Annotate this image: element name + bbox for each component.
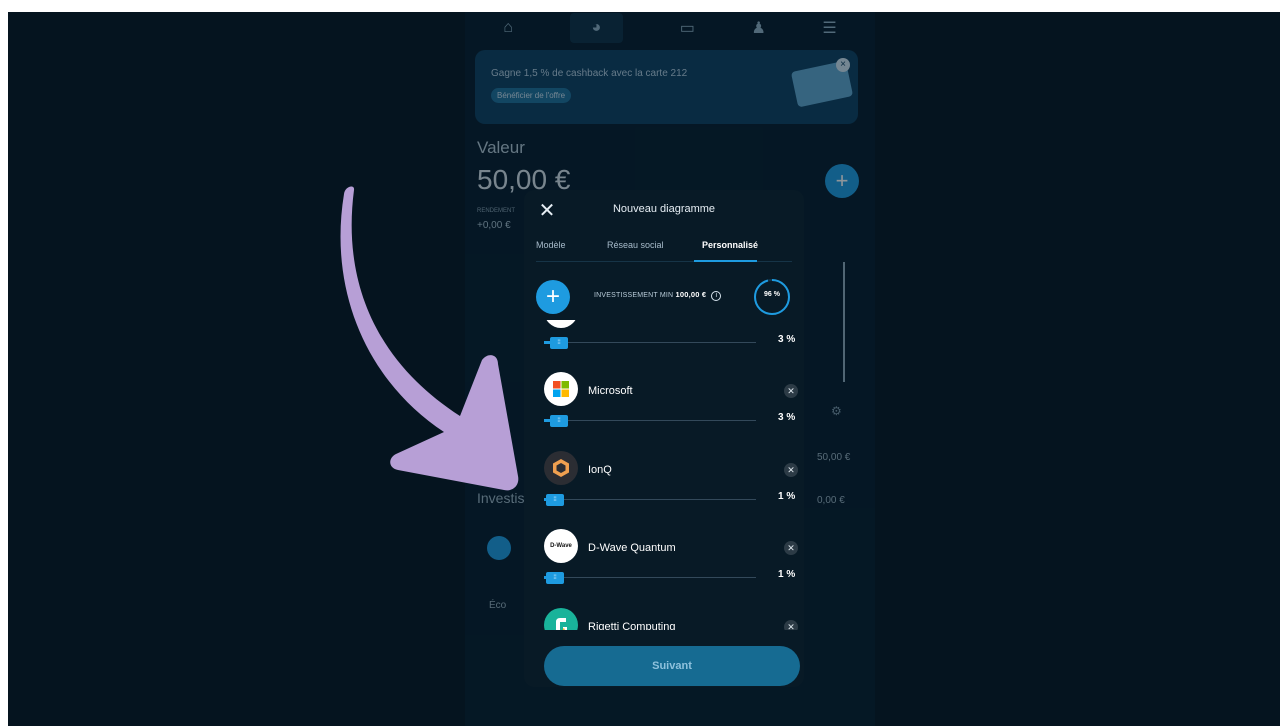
allocation-slider[interactable]: ⁞⁞ [544, 415, 756, 427]
microsoft-logo-icon [544, 372, 578, 406]
eco-label: Éco [489, 600, 507, 611]
slider-handle[interactable]: ⁞⁞ [550, 337, 568, 349]
close-icon[interactable]: × [836, 58, 850, 72]
slider-track [544, 420, 756, 421]
allocation-total: 96 % [764, 291, 780, 298]
allocation-percent: 1 % [778, 569, 796, 580]
tab-bar: Modèle Réseau social Personnalisé [536, 240, 792, 262]
allocation-percent: 1 % [778, 491, 796, 502]
next-button[interactable]: Suivant [544, 646, 800, 686]
screen-frame: ⌂ ◕ ▭ ♟ ☰ Gagne 1,5 % de cashback avec l… [8, 12, 1280, 726]
slider-handle[interactable]: ⁞⁞ [550, 415, 568, 427]
promo-button[interactable]: Bénéficier de l'offre [491, 88, 572, 103]
tab-custom[interactable]: Personnalisé [702, 240, 758, 250]
ionq-logo-icon [544, 451, 578, 485]
remove-icon[interactable]: ✕ [784, 620, 798, 630]
pie-chart-icon[interactable]: ◕ [569, 13, 624, 43]
dwave-logo-icon: D-Wave [544, 529, 578, 563]
invest-min-value: 100,00 € [675, 290, 707, 299]
slider-track [544, 577, 756, 578]
row-value: 0,00 € [817, 495, 845, 506]
stock-item: Rigetti Computing ✕ [524, 608, 804, 630]
promo-text: Gagne 1,5 % de cashback avec la carte 21… [491, 68, 688, 79]
slider-handle[interactable]: ⁞⁞ [546, 572, 564, 584]
stock-list: ⁞⁞ 3 % Microsoft ✕ ⁞⁞ 3 % IonQ ✕ ⁞⁞ 1 % … [524, 320, 804, 630]
allocation-slider[interactable]: ⁞⁞ [544, 337, 756, 349]
add-stock-button[interactable]: + [536, 280, 570, 314]
value-caption: RENDEMENT [477, 208, 516, 214]
invest-min-label: INVESTISSEMENT MIN [594, 292, 674, 299]
value-gain: +0,00 € [477, 220, 511, 231]
promo-banner[interactable]: Gagne 1,5 % de cashback avec la carte 21… [475, 50, 858, 124]
allocation-percent: 3 % [778, 412, 796, 423]
tab-model[interactable]: Modèle [536, 240, 566, 250]
add-icon[interactable] [487, 536, 511, 560]
invest-min: INVESTISSEMENT MIN 100,00 € i [594, 290, 722, 301]
stock-name: Microsoft [588, 385, 633, 397]
partial-logo-icon [544, 320, 578, 328]
card-icon[interactable]: ▭ [680, 18, 695, 38]
stock-name: IonQ [588, 464, 612, 476]
allocation-slider[interactable]: ⁞⁞ [544, 572, 756, 584]
remove-icon[interactable]: ✕ [784, 463, 798, 477]
stock-item: ⁞⁞ 3 % [524, 320, 804, 372]
rigetti-logo-icon [544, 608, 578, 630]
mouse-cursor-icon: ☝ [554, 628, 569, 630]
modal-title: Nouveau diagramme [612, 203, 716, 215]
remove-icon[interactable]: ✕ [784, 541, 798, 555]
bottom-nav: ⌂ ◕ ▭ ♟ ☰ [475, 12, 865, 44]
stock-item: IonQ ✕ ⁞⁞ 1 % [524, 451, 804, 529]
active-tab-indicator [694, 260, 757, 262]
info-icon[interactable]: i [711, 291, 722, 301]
allocation-percent: 3 % [778, 334, 796, 345]
chart-line [825, 262, 845, 382]
slider-track [544, 499, 756, 500]
stock-name: Rigetti Computing [588, 621, 676, 630]
value-title: Valeur [477, 138, 525, 157]
slider-track [544, 342, 756, 343]
menu-icon[interactable]: ☰ [822, 18, 836, 38]
new-diagram-modal: ✕ Nouveau diagramme Modèle Réseau social… [524, 190, 804, 687]
add-button[interactable]: + [825, 164, 859, 198]
gear-icon[interactable]: ⚙ [831, 404, 842, 418]
people-icon[interactable]: ♟ [751, 18, 765, 38]
stock-item: Microsoft ✕ ⁞⁞ 3 % [524, 372, 804, 450]
tab-social-network[interactable]: Réseau social [607, 240, 664, 250]
stock-item: D-Wave D-Wave Quantum ✕ ⁞⁞ 1 % [524, 529, 804, 607]
remove-icon[interactable]: ✕ [784, 384, 798, 398]
invest-label: Investis [477, 490, 525, 506]
allocation-slider[interactable]: ⁞⁞ [544, 494, 756, 506]
row-value: 50,00 € [817, 452, 851, 463]
slider-handle[interactable]: ⁞⁞ [546, 494, 564, 506]
home-icon[interactable]: ⌂ [503, 19, 513, 37]
stock-name: D-Wave Quantum [588, 542, 676, 554]
